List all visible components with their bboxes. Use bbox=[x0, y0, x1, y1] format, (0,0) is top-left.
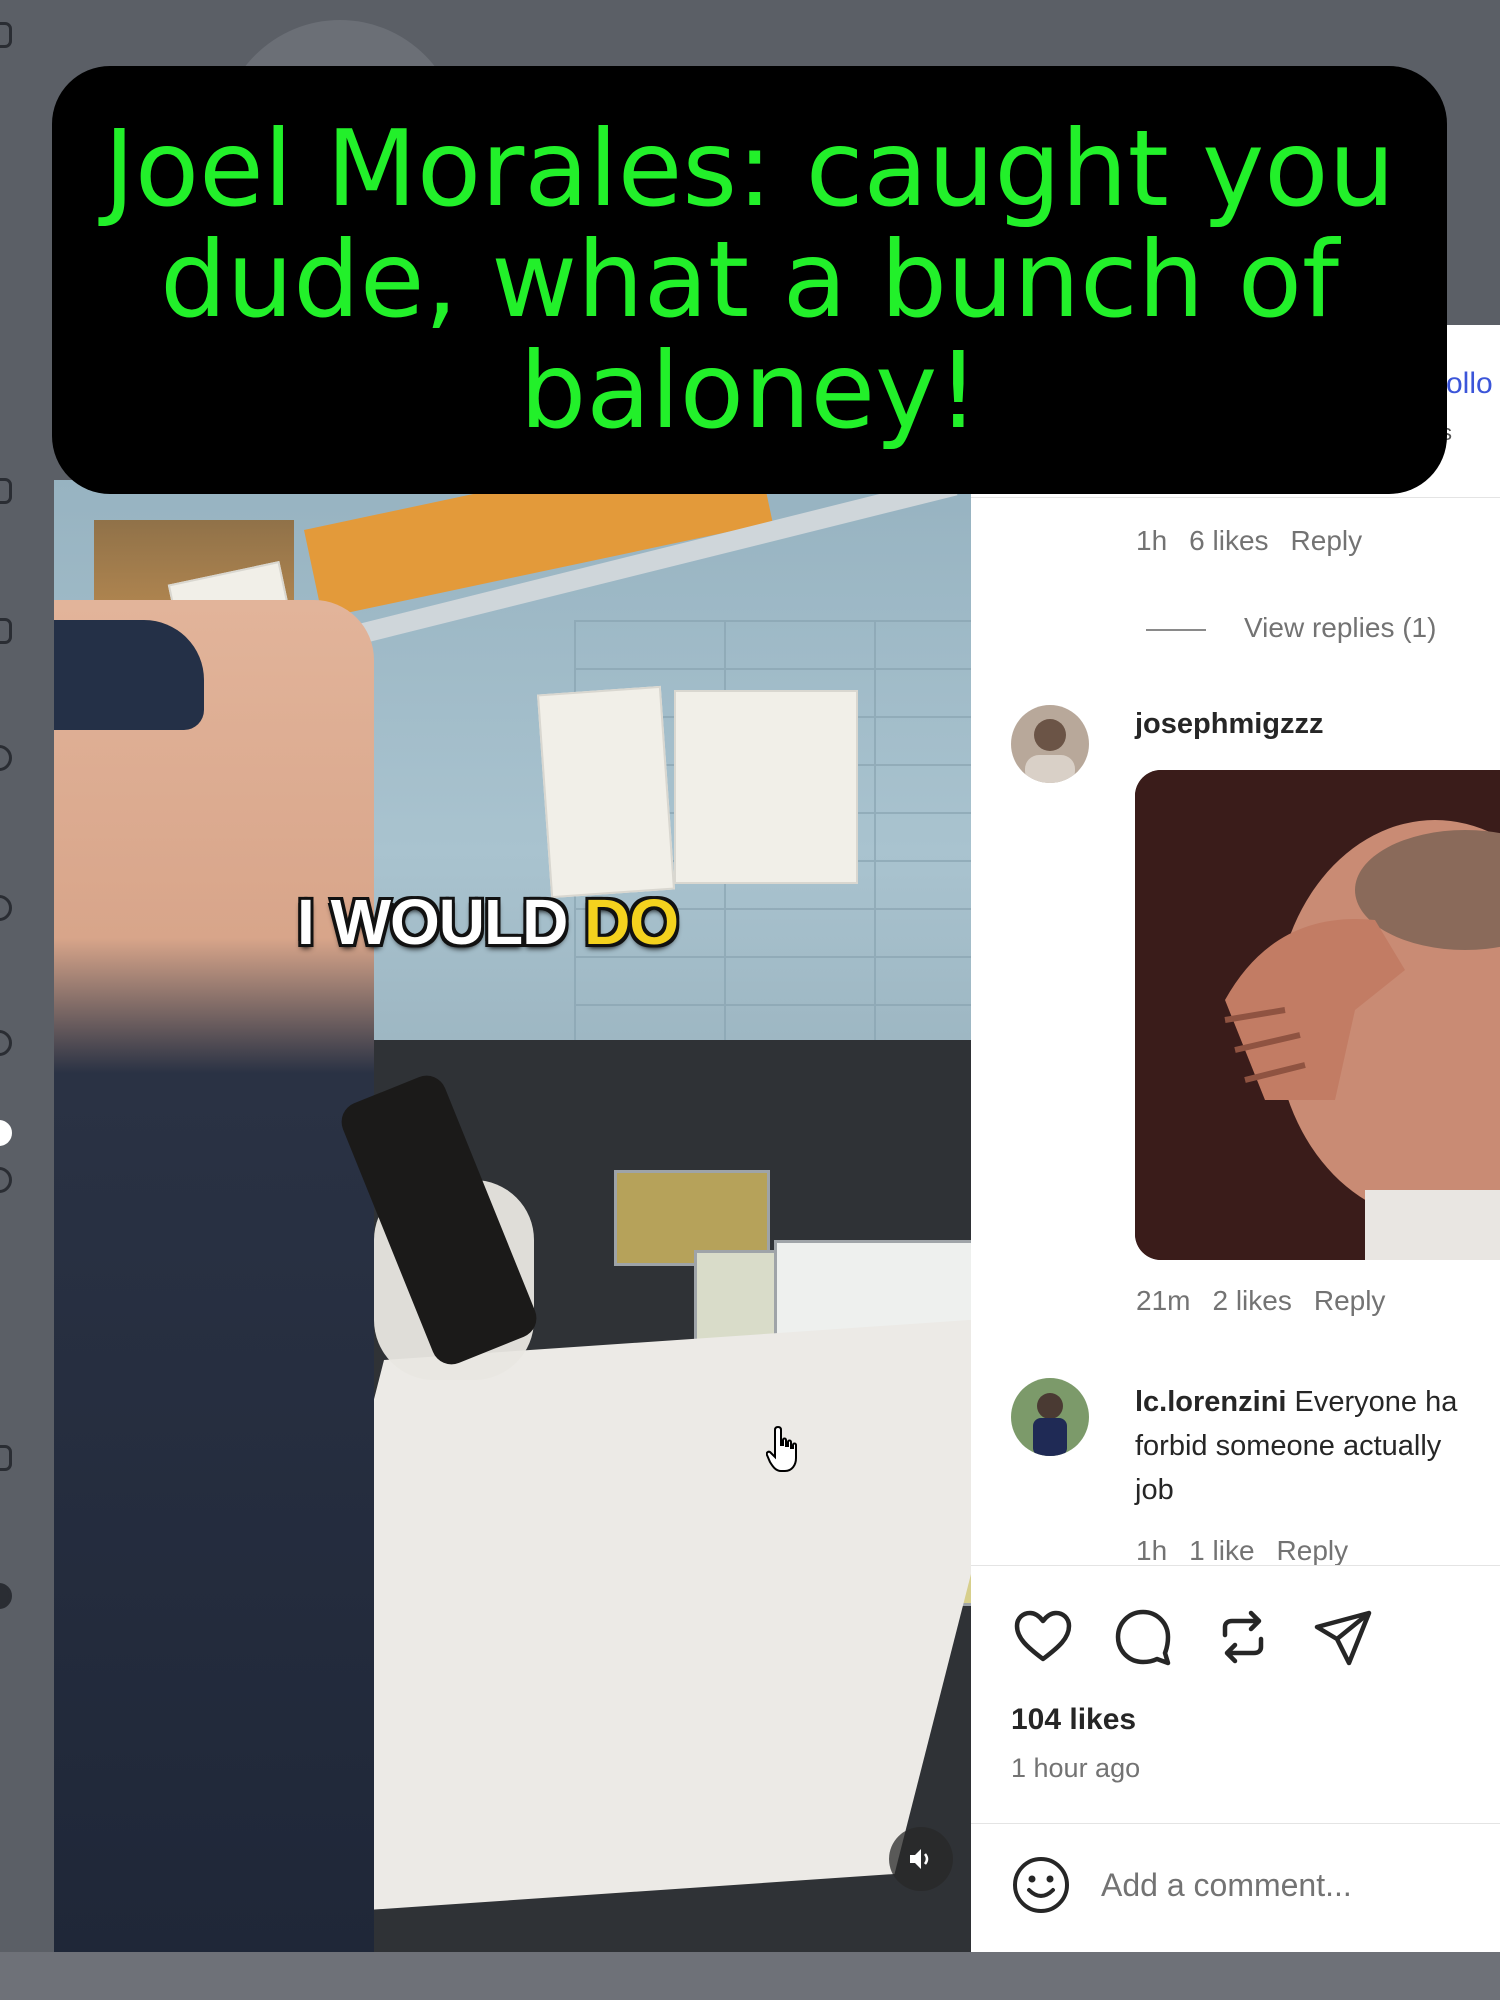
reel-video[interactable]: I WOULD DO bbox=[54, 480, 971, 1952]
view-replies-button[interactable]: View replies (1) bbox=[1244, 612, 1436, 644]
divider bbox=[971, 1823, 1500, 1824]
comment-composer: Add a comment... bbox=[1011, 1855, 1352, 1915]
comment-input[interactable]: Add a comment... bbox=[1101, 1867, 1352, 1904]
reply-button[interactable]: Reply bbox=[1314, 1285, 1386, 1316]
repost-icon[interactable] bbox=[1211, 1605, 1275, 1669]
view-replies-line bbox=[1146, 629, 1206, 631]
video-caption: I WOULD DO bbox=[297, 886, 679, 958]
share-icon[interactable] bbox=[1311, 1605, 1375, 1669]
sidebar-search-icon[interactable] bbox=[0, 895, 12, 921]
action-bar bbox=[1011, 1605, 1375, 1669]
comment-body: lc.lorenzini Everyone ha forbid someone … bbox=[1135, 1380, 1500, 1512]
divider bbox=[971, 497, 1500, 498]
banner-text: Joel Morales: caught you dude, what a bu… bbox=[103, 107, 1396, 452]
post-time: 1 hour ago bbox=[1011, 1753, 1141, 1783]
video-scene-cap bbox=[54, 620, 204, 730]
sidebar-icon[interactable] bbox=[0, 618, 12, 644]
comment-likes[interactable]: 2 likes bbox=[1212, 1285, 1291, 1316]
comment-icon[interactable] bbox=[1111, 1605, 1175, 1669]
follow-button[interactable]: ollo bbox=[1446, 367, 1493, 401]
video-scene-poster bbox=[674, 690, 858, 884]
comment-likes[interactable]: 6 likes bbox=[1189, 525, 1268, 556]
comment-meta: 21m 2 likes Reply bbox=[1136, 1285, 1386, 1316]
facepalm-gif bbox=[1135, 770, 1500, 1260]
volume-icon bbox=[910, 1849, 929, 1869]
background-sidebar bbox=[0, 0, 26, 2000]
divider bbox=[971, 1565, 1500, 1566]
comments-panel: ollo s 1h6 likesReply View replies (1) j… bbox=[971, 325, 1500, 1952]
sidebar-icon[interactable] bbox=[0, 478, 12, 504]
likes-count[interactable]: 104 likes bbox=[1011, 1703, 1136, 1737]
sidebar-home-icon[interactable] bbox=[0, 22, 12, 48]
background-bottom bbox=[0, 1952, 1500, 2000]
comment-text: Everyone ha bbox=[1294, 1386, 1458, 1418]
comment-meta: 1h 1 like Reply bbox=[1136, 1535, 1349, 1566]
sidebar-icon[interactable] bbox=[0, 1120, 12, 1146]
avatar[interactable] bbox=[1011, 705, 1089, 783]
avatar[interactable] bbox=[1011, 1378, 1089, 1456]
comment-meta: 1h 6 likes Reply bbox=[1136, 525, 1363, 556]
sidebar-profile-icon[interactable] bbox=[0, 1583, 12, 1609]
comment-text: forbid someone actually bbox=[1135, 1430, 1442, 1462]
reply-button[interactable]: Reply bbox=[1291, 525, 1363, 556]
comment-text: job bbox=[1135, 1474, 1174, 1506]
comment-username[interactable]: lc.lorenzini bbox=[1135, 1386, 1286, 1418]
sidebar-icon[interactable] bbox=[0, 1445, 12, 1471]
video-scene-person bbox=[54, 600, 374, 1952]
comment-likes[interactable]: 1 like bbox=[1189, 1535, 1254, 1566]
mute-button[interactable] bbox=[889, 1827, 953, 1891]
heart-icon[interactable] bbox=[1011, 1605, 1075, 1669]
hand-cursor-icon bbox=[766, 1425, 797, 1472]
sidebar-icon[interactable] bbox=[0, 1030, 12, 1056]
video-scene-poster bbox=[537, 685, 675, 899]
overlay-banner: Joel Morales: caught you dude, what a bu… bbox=[52, 66, 1447, 494]
sidebar-icon[interactable] bbox=[0, 745, 12, 771]
comment-username[interactable]: josephmigzzz bbox=[1135, 708, 1324, 741]
sidebar-icon[interactable] bbox=[0, 1167, 12, 1193]
reply-button[interactable]: Reply bbox=[1277, 1535, 1349, 1566]
emoji-icon[interactable] bbox=[1011, 1855, 1071, 1915]
